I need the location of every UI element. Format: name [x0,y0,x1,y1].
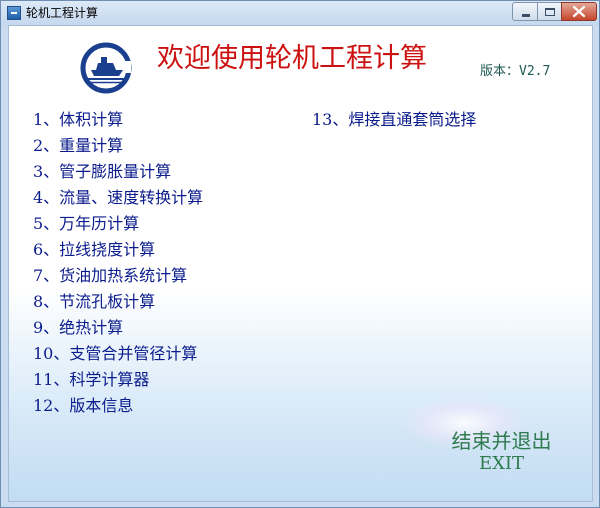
menu-item-wire-sag[interactable]: 6、拉线挠度计算 [33,240,155,260]
menu-item-flow-speed[interactable]: 4、流量、速度转换计算 [33,188,203,208]
exit-label-cn: 结束并退出 [451,429,552,453]
main-panel: 欢迎使用轮机工程计算 版本：V2.7 1、体积计算 2、重量计算 3、管子膨胀量… [8,25,593,502]
version-label: 版本：V2.7 [480,64,551,79]
minimize-button[interactable] [512,2,538,21]
menu-item-weight[interactable]: 2、重量计算 [33,136,123,156]
menu-item-branch-pipe[interactable]: 10、支管合并管径计算 [33,344,197,364]
app-icon [7,6,21,20]
menu-item-pipe-expansion[interactable]: 3、管子膨胀量计算 [33,162,171,182]
minimize-icon [522,14,530,17]
menu-item-volume[interactable]: 1、体积计算 [33,110,123,130]
menu-item-cargo-heating[interactable]: 7、货油加热系统计算 [33,266,187,286]
title-bar[interactable]: 轮机工程计算 [1,1,599,25]
menu-item-insulation[interactable]: 9、绝热计算 [33,318,123,338]
app-window: 轮机工程计算 欢迎使用轮机工程计算 版本：V2.7 1、体积计算 2、重量计算 [0,0,600,508]
menu-item-weld-sleeve[interactable]: 13、焊接直通套筒选择 [312,110,476,130]
maximize-icon [545,8,555,16]
menu-item-calculator[interactable]: 11、科学计算器 [33,370,149,390]
exit-button[interactable]: 结束并退出 EXIT [439,429,564,479]
close-icon [572,5,586,18]
window-title: 轮机工程计算 [26,6,99,20]
menu-item-calendar[interactable]: 5、万年历计算 [33,214,139,234]
exit-label-en: EXIT [478,453,525,474]
page-title: 欢迎使用轮机工程计算 [157,43,427,74]
ship-logo-icon [80,42,132,94]
close-button[interactable] [561,2,597,21]
maximize-button[interactable] [537,2,562,21]
menu-item-version-info[interactable]: 12、版本信息 [33,396,133,416]
menu-item-orifice-plate[interactable]: 8、节流孔板计算 [33,292,155,312]
